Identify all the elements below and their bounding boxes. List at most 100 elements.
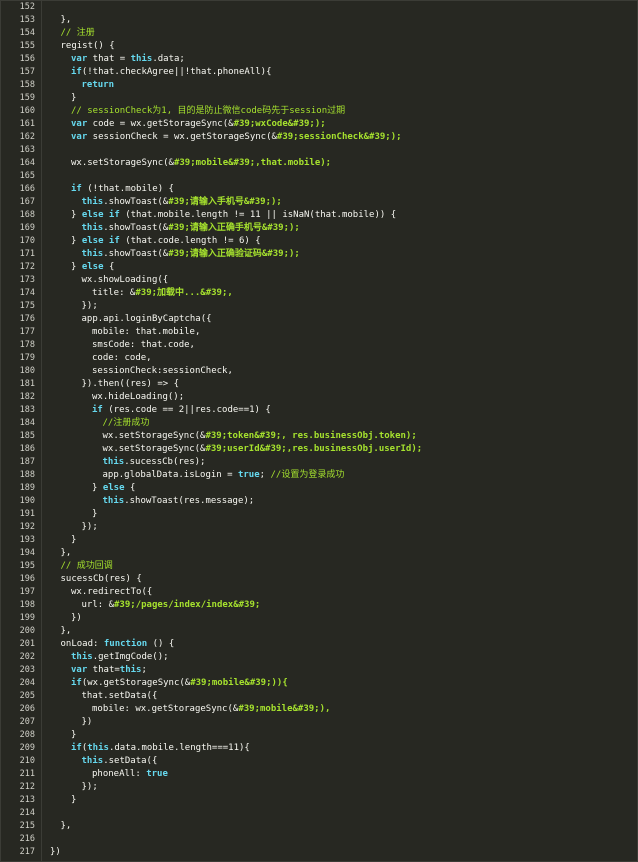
line-code: } bbox=[71, 729, 76, 742]
code-line: 184 //注册成功 bbox=[1, 417, 637, 430]
line-number: 204 bbox=[19, 678, 35, 688]
line-number: 194 bbox=[19, 548, 35, 558]
line-number: 157 bbox=[19, 67, 35, 77]
code-token: var bbox=[71, 119, 88, 129]
code-token: (wx.getStorageSync(& bbox=[81, 678, 191, 688]
line-code: that.setData({ bbox=[82, 690, 158, 703]
code-line: 158 return bbox=[1, 79, 637, 92]
code-line: 162 var sessionCheck = wx.getStorageSync(… bbox=[1, 131, 637, 144]
code-line: 213} bbox=[1, 794, 637, 807]
code-token: #39;mobile&#39;,that.mobile); bbox=[173, 158, 332, 168]
line-code: } else if (that.code.length != 6) { bbox=[71, 235, 261, 248]
line-number: 205 bbox=[19, 691, 35, 701]
code-line: 178 smsCode: that.code, bbox=[1, 339, 637, 352]
code-token: } bbox=[92, 509, 98, 519]
line-code: this.setData({ bbox=[82, 755, 158, 768]
code-token: }, bbox=[60, 626, 72, 636]
line-number: 178 bbox=[19, 340, 35, 350]
code-token: var bbox=[71, 665, 88, 675]
line-number: 184 bbox=[19, 418, 35, 428]
code-token: }, bbox=[60, 548, 72, 558]
line-code: if(!that.checkAgree||!that.phoneAll){ bbox=[71, 66, 272, 79]
line-code: } else if (that.mobile.length != 11 || i… bbox=[71, 209, 396, 222]
line-number: 186 bbox=[19, 444, 35, 454]
line-number: 160 bbox=[19, 106, 35, 116]
code-token: phoneAll: bbox=[92, 769, 147, 779]
code-line: 181}).then((res) => { bbox=[1, 378, 637, 391]
code-line: 209 if(this.data.mobile.length===11){ bbox=[1, 742, 637, 755]
line-code: }); bbox=[82, 300, 98, 313]
code-token: .getImgCode(); bbox=[92, 652, 169, 662]
line-code: wx.setStorageSync(&#39;mobile&#39;,that.… bbox=[71, 157, 331, 170]
line-code: if (res.code == 2||res.code==1) { bbox=[92, 404, 271, 417]
code-line: 208} bbox=[1, 729, 637, 742]
code-token: this bbox=[81, 223, 104, 233]
line-number: 183 bbox=[19, 405, 35, 415]
code-line: 188 app.globalData.isLogin = true; //设置为登… bbox=[1, 469, 637, 482]
code-editor[interactable]: 152 153}, 154// 注册 155 regist() {156 var that… bbox=[0, 0, 638, 862]
code-token: .data.mobile.length===11){ bbox=[108, 743, 250, 753]
line-code: this.getImgCode(); bbox=[71, 651, 169, 664]
line-number: 164 bbox=[19, 158, 35, 168]
line-number: 152 bbox=[19, 2, 35, 12]
code-token: that= bbox=[87, 665, 120, 675]
line-number: 209 bbox=[19, 743, 35, 753]
line-code: }); bbox=[82, 521, 98, 534]
code-token: else bbox=[102, 483, 125, 493]
code-token: code = wx.getStorageSync(& bbox=[87, 119, 234, 129]
line-number: 198 bbox=[19, 600, 35, 610]
line-code: //注册成功 bbox=[103, 417, 150, 430]
code-line: 212}); bbox=[1, 781, 637, 794]
code-token: mobile: wx.getStorageSync(& bbox=[92, 704, 239, 714]
code-line: 154 // 注册 bbox=[1, 27, 637, 40]
code-line: 165 bbox=[1, 170, 637, 183]
line-number: 190 bbox=[19, 496, 35, 506]
code-token: #39;请输入正确手机号&#39;); bbox=[168, 223, 300, 233]
line-number: 159 bbox=[19, 93, 35, 103]
line-code: mobile: wx.getStorageSync(&#39;mobile&#3… bbox=[92, 703, 330, 716]
code-token: .sucessCb(res); bbox=[124, 457, 206, 467]
code-token: (!that.mobile) { bbox=[81, 184, 174, 194]
line-number: 212 bbox=[19, 782, 35, 792]
code-token: function bbox=[103, 639, 148, 649]
line-code: }) bbox=[50, 846, 61, 859]
code-token: title: & bbox=[92, 288, 136, 298]
line-number: 199 bbox=[19, 613, 35, 623]
line-code: if (!that.mobile) { bbox=[71, 183, 174, 196]
code-token: // 注册 bbox=[60, 28, 95, 38]
code-token: sucessCb(res) { bbox=[60, 574, 142, 584]
line-number: 177 bbox=[19, 327, 35, 337]
line-number: 175 bbox=[19, 301, 35, 311]
line-number: 195 bbox=[19, 561, 35, 571]
code-token: return bbox=[81, 80, 115, 90]
code-token: else if bbox=[81, 210, 120, 220]
line-number: 206 bbox=[19, 704, 35, 714]
line-number: 158 bbox=[19, 80, 35, 90]
code-token: app.globalData.isLogin = bbox=[102, 470, 238, 480]
code-token: // sessionCheck为1, 目的是防止微信code码先于session… bbox=[71, 106, 346, 116]
line-code: }); bbox=[82, 781, 98, 794]
line-code: }) bbox=[82, 716, 93, 729]
code-line: 169 this.showToast(&#39;请输入正确手机号&#39;); bbox=[1, 222, 637, 235]
code-token: }) bbox=[71, 613, 82, 623]
code-line: 157 if(!that.checkAgree||!that.phoneAll){ bbox=[1, 66, 637, 79]
line-code: var that=this; bbox=[71, 664, 147, 677]
line-code: title: &#39;加载中...&#39;, bbox=[92, 287, 233, 300]
code-token: wx.redirectTo({ bbox=[71, 587, 153, 597]
code-token: this bbox=[71, 652, 93, 662]
code-line: 200}, bbox=[1, 625, 637, 638]
line-code: }, bbox=[61, 625, 72, 638]
code-token: }, bbox=[60, 15, 72, 25]
line-code: this.showToast(&#39;请输入手机号&#39;); bbox=[82, 196, 282, 209]
line-code: // sessionCheck为1, 目的是防止微信code码先于session… bbox=[71, 105, 345, 118]
line-code: }, bbox=[61, 14, 72, 27]
code-token: // 成功回调 bbox=[60, 561, 113, 571]
code-token: { bbox=[103, 262, 115, 272]
code-token: this bbox=[81, 249, 104, 259]
code-token: } bbox=[71, 210, 82, 220]
code-line: 176 app.api.loginByCaptcha({ bbox=[1, 313, 637, 326]
line-number: 193 bbox=[19, 535, 35, 545]
code-token: this bbox=[102, 496, 125, 506]
line-code: app.api.loginByCaptcha({ bbox=[82, 313, 212, 326]
code-token: #39;加载中...&#39;, bbox=[135, 288, 233, 298]
